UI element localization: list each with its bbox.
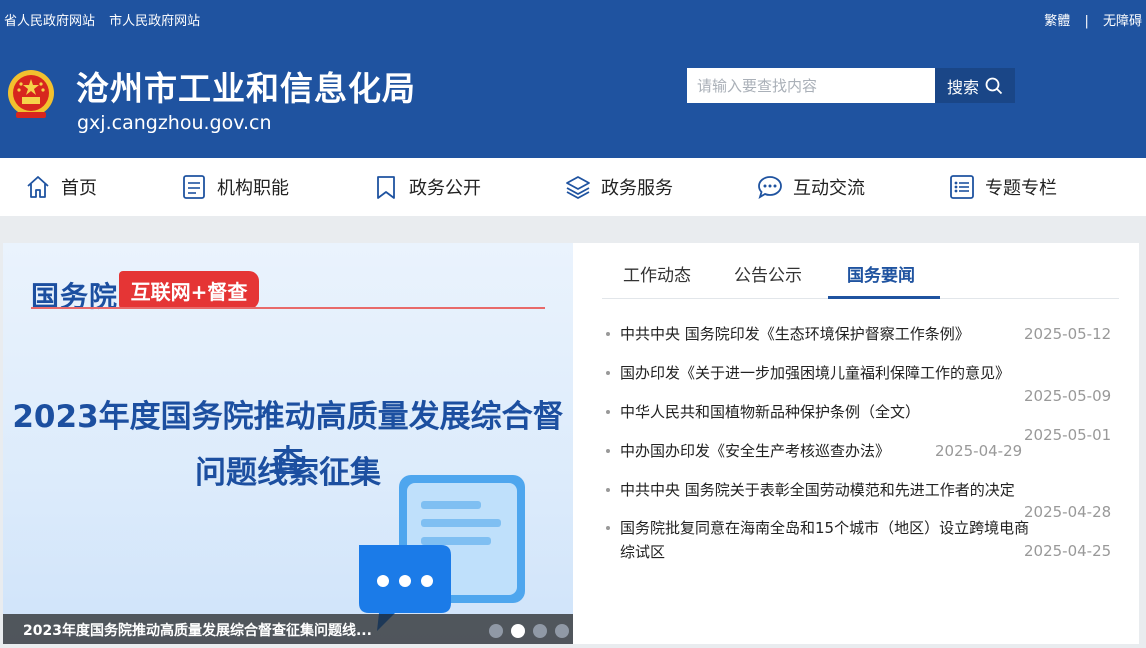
site-domain: gxj.cangzhou.gov.cn [77, 112, 272, 134]
nav-label: 政务服务 [601, 178, 673, 199]
nav-item-disclosure[interactable]: 政务公开 [373, 158, 481, 216]
bookmark-icon [377, 176, 395, 199]
news-title: 中共中央 国务院关于表彰全国劳动模范和先进工作者的决定 [620, 481, 1015, 499]
tab-work-news[interactable]: 工作动态 [623, 261, 691, 286]
nav-item-home[interactable]: 首页 [25, 158, 97, 216]
accessibility-link[interactable]: 无障碍 [1103, 14, 1142, 29]
bullet [606, 526, 610, 530]
news-date: 2025-04-25 [1024, 542, 1112, 560]
search-input[interactable] [687, 68, 935, 103]
nav-item-topics[interactable]: 专题专栏 [949, 158, 1057, 216]
home-icon [27, 176, 49, 198]
bullet [606, 488, 610, 492]
bullet [606, 449, 610, 453]
nav-label: 政务公开 [409, 178, 481, 199]
traditional-chinese-link[interactable]: 繁體 [1044, 14, 1070, 29]
bullet [606, 410, 610, 414]
news-title: 国务院批复同意在海南全岛和15个城市（地区）设立跨境电商综试区 [620, 519, 1030, 561]
nav-item-services[interactable]: 政务服务 [565, 158, 673, 216]
bullet [606, 371, 610, 375]
search-icon [985, 77, 1003, 94]
carousel-dot[interactable] [533, 624, 547, 638]
tab-state-council-news[interactable]: 国务要闻 [847, 261, 915, 286]
city-gov-link[interactable]: 市人民政府网站 [109, 14, 200, 29]
site-header: 省人民政府网站 市人民政府网站 繁體 | 无障碍 沧州市工业和信息化局 gxj.… [0, 0, 1146, 158]
list-icon [950, 175, 974, 199]
chat-icon [758, 176, 782, 199]
bullet [606, 332, 610, 336]
province-gov-link[interactable]: 省人民政府网站 [4, 14, 95, 29]
banner-brand: 国务院 [31, 280, 119, 313]
top-links: 省人民政府网站 市人民政府网站 [4, 10, 210, 29]
separator: | [1084, 14, 1089, 29]
carousel-dot-active[interactable] [511, 624, 525, 638]
layers-icon [566, 176, 590, 200]
news-title: 中华人民共和国植物新品种保护条例（全文） [620, 403, 921, 421]
main-nav: 首页 机构职能 政务公开 政务服务 互动交流 专题专栏 [0, 158, 1146, 216]
banner-caption[interactable]: 2023年度国务院推动高质量发展综合督查征集问题线... [3, 614, 573, 644]
top-links-right: 繁體 | 无障碍 [1044, 10, 1142, 29]
banner-divider [31, 307, 545, 309]
active-tab-indicator [828, 296, 940, 299]
news-date: 2025-04-29 [935, 442, 1023, 460]
nav-item-interaction[interactable]: 互动交流 [757, 158, 865, 216]
site-title[interactable]: 沧州市工业和信息化局 [76, 62, 416, 110]
news-title: 国办印发《关于进一步加强困境儿童福利保障工作的意见》 [620, 364, 1011, 382]
news-date: 2025-05-01 [1024, 426, 1112, 444]
news-title: 中办国办印发《安全生产考核巡查办法》 [620, 442, 891, 460]
nav-item-org[interactable]: 机构职能 [181, 158, 289, 216]
national-emblem-icon [8, 70, 54, 118]
news-title: 中共中央 国务院印发《生态环境保护督察工作条例》 [620, 325, 970, 343]
search-button-label: 搜索 [946, 77, 979, 97]
nav-label: 机构职能 [217, 178, 289, 199]
banner-tag: 互联网+督查 [119, 271, 259, 309]
nav-label: 专题专栏 [985, 178, 1057, 199]
tab-announcements[interactable]: 公告公示 [734, 261, 802, 286]
news-date: 2025-05-09 [1024, 387, 1112, 405]
news-date: 2025-05-12 [1024, 325, 1112, 343]
news-panel: 工作动态 公告公示 国务要闻 中共中央 国务院印发《生态环境保护督察工作条例》 … [573, 243, 1139, 644]
carousel-dot[interactable] [489, 624, 503, 638]
carousel-dots [489, 624, 569, 638]
document-icon [183, 175, 205, 199]
nav-label: 互动交流 [793, 178, 865, 199]
nav-label: 首页 [61, 178, 97, 199]
carousel-dot[interactable] [555, 624, 569, 638]
news-date: 2025-04-28 [1024, 503, 1112, 521]
news-tabs: 工作动态 公告公示 国务要闻 [602, 243, 1119, 299]
banner-carousel[interactable]: 国务院 互联网+督查 2023年度国务院推动高质量发展综合督查 问题线索征集 2… [3, 243, 573, 644]
search-button[interactable]: 搜索 [935, 68, 1015, 103]
